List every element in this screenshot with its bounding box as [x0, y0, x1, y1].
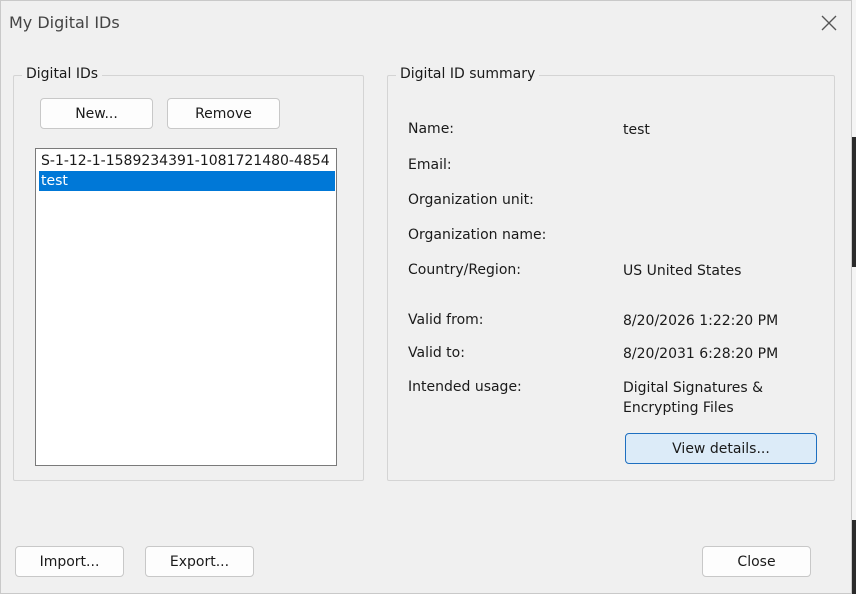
country-region-value: US United States: [623, 263, 742, 279]
import-button[interactable]: Import...: [15, 546, 124, 577]
valid-to-label: Valid to:: [408, 345, 465, 361]
list-item-selected[interactable]: test: [39, 171, 335, 191]
organization-unit-label: Organization unit:: [408, 192, 534, 208]
intended-usage-value: Digital Signatures & Encrypting Files: [623, 380, 764, 416]
remove-button[interactable]: Remove: [167, 98, 280, 129]
valid-to-value: 8/20/2031 6:28:20 PM: [623, 346, 779, 362]
country-region-label: Country/Region:: [408, 262, 521, 278]
view-details-button[interactable]: View details...: [625, 433, 817, 464]
intended-usage-label: Intended usage:: [408, 379, 522, 395]
digital-id-summary-group-label: Digital ID summary: [396, 66, 540, 82]
digital-ids-group-label: Digital IDs: [22, 66, 103, 82]
close-window-button[interactable]: [815, 9, 843, 37]
valid-from-value: 8/20/2026 1:22:20 PM: [623, 313, 779, 329]
name-label: Name:: [408, 121, 455, 137]
close-button[interactable]: Close: [702, 546, 811, 577]
close-icon: [821, 15, 837, 31]
list-item[interactable]: S-1-12-1-1589234391-1081721480-4854: [39, 151, 330, 171]
organization-name-label: Organization name:: [408, 227, 547, 243]
title-bar: My Digital IDs: [1, 1, 851, 45]
digital-ids-list[interactable]: S-1-12-1-1589234391-1081721480-4854 test: [35, 148, 337, 466]
new-button[interactable]: New...: [40, 98, 153, 129]
name-value: test: [623, 122, 650, 138]
digital-id-summary-group: Digital ID summary: [387, 66, 835, 481]
background-window-edge-dark: [852, 137, 856, 267]
email-label: Email:: [408, 157, 452, 173]
valid-from-label: Valid from:: [408, 312, 484, 328]
export-button[interactable]: Export...: [145, 546, 254, 577]
background-window-edge-dark: [852, 520, 856, 594]
background-window-edge: [852, 0, 856, 594]
window-title: My Digital IDs: [9, 13, 120, 32]
